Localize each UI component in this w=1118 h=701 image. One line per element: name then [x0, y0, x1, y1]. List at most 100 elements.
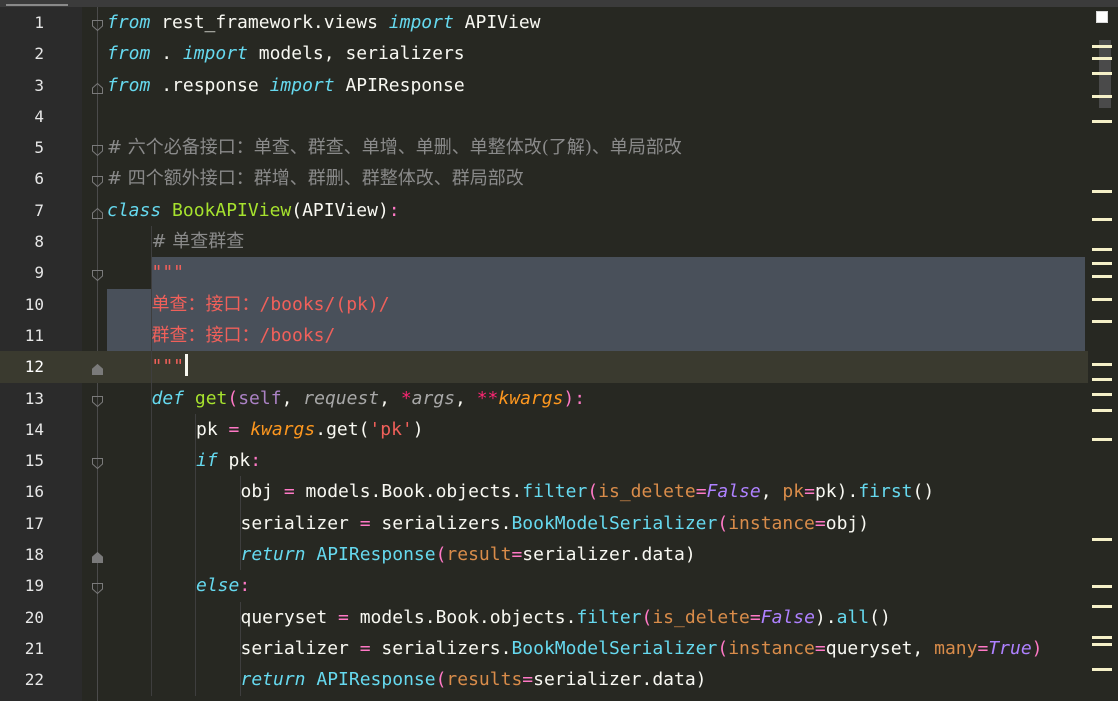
- code-line[interactable]: 11 群查：接口：/books/: [0, 319, 1118, 352]
- code-line[interactable]: 16 obj = models.Book.objects.filter(is_de…: [0, 476, 1118, 508]
- code-line[interactable]: 21 serializer = serializers.BookModelSeri…: [0, 632, 1118, 665]
- code-token: (: [435, 669, 447, 691]
- code-token: 单查：接口：/books/(pk)/: [151, 293, 390, 315]
- line-code[interactable]: class BookAPIView(APIView):: [107, 195, 400, 226]
- code-line[interactable]: 1 from rest_framework.views import APIVie…: [0, 7, 1118, 38]
- code-token: APIResponse: [334, 74, 465, 96]
- line-code[interactable]: # 单查群查: [152, 226, 245, 257]
- line-code[interactable]: else:: [196, 570, 250, 601]
- code-token: is_delete: [652, 606, 750, 628]
- line-code[interactable]: """: [152, 351, 189, 382]
- code-line[interactable]: 14 pk = kwargs.get('pk'): [0, 413, 1118, 446]
- scrollbar-marker: [1092, 585, 1112, 588]
- code-editor[interactable]: 1 from rest_framework.views import APIVie…: [0, 0, 1118, 701]
- line-code[interactable]: pk = kwargs.get('pk'): [196, 414, 424, 445]
- scrollbar-marker: [1092, 248, 1112, 251]
- line-code[interactable]: serializer = serializers.BookModelSerial…: [241, 508, 870, 539]
- code-token: # 单查群查: [151, 231, 245, 253]
- code-line[interactable]: 13 def get(self, request, *args, **kwargs…: [0, 382, 1118, 414]
- line-code[interactable]: 群查：接口：/books/: [152, 320, 336, 351]
- line-code[interactable]: return APIResponse(results=serializer.da…: [241, 664, 707, 695]
- line-number: 12: [24, 357, 44, 377]
- line-code[interactable]: queryset = models.Book.objects.filter(is…: [241, 602, 891, 633]
- indent-guide: [195, 664, 196, 696]
- code-token: (): [912, 481, 935, 503]
- fold-open-icon[interactable]: [91, 455, 104, 470]
- fold-open-icon[interactable]: [91, 142, 104, 157]
- indent-guide: [195, 539, 196, 571]
- scrollbar-marker: [1092, 538, 1112, 541]
- fold-open-icon[interactable]: [91, 393, 104, 407]
- code-token: serializer: [240, 637, 349, 659]
- code-line[interactable]: 17 serializer = serializers.BookModelSeri…: [0, 507, 1118, 540]
- code-line[interactable]: 15 if pk:: [0, 445, 1118, 477]
- line-code[interactable]: from .response import APIResponse: [107, 70, 465, 101]
- code-line[interactable]: 3 from .response import APIResponse: [0, 70, 1118, 101]
- code-line[interactable]: 2 from . import models, serializers: [0, 38, 1118, 69]
- code-token: ,: [379, 387, 401, 409]
- code-line[interactable]: 4: [0, 101, 1118, 132]
- line-number: 17: [24, 513, 44, 533]
- indent-guide: [195, 601, 196, 633]
- scrollbar-marker: [1092, 95, 1112, 98]
- code-token: """: [151, 356, 185, 378]
- code-token: =: [977, 637, 989, 659]
- vertical-scrollbar[interactable]: [1088, 7, 1118, 701]
- code-token: results: [446, 669, 523, 691]
- line-code[interactable]: serializer = serializers.BookModelSerial…: [241, 633, 1043, 664]
- fold-open-icon[interactable]: [91, 173, 104, 188]
- code-line[interactable]: 9 """: [0, 257, 1118, 289]
- code-token: False: [706, 481, 761, 503]
- fold-close-icon[interactable]: [91, 361, 104, 376]
- scrollbar-marker: [1092, 409, 1112, 412]
- line-code[interactable]: # 六个必备接口：单查、群查、单增、单删、单整体改(了解)、单局部改: [107, 132, 682, 163]
- code-token: .get(: [315, 418, 370, 440]
- code-token: pk).: [814, 481, 859, 503]
- line-code[interactable]: 单查：接口：/books/(pk)/: [152, 289, 390, 320]
- code-token: instance: [728, 512, 815, 534]
- scrollbar-marker: [1092, 57, 1112, 60]
- fold-open-icon[interactable]: [91, 267, 104, 282]
- scrollbar-marker: [1092, 298, 1112, 301]
- code-line[interactable]: 10 单查：接口：/books/(pk)/: [0, 288, 1118, 320]
- line-number: 16: [24, 482, 44, 502]
- fold-close-icon[interactable]: [91, 80, 104, 94]
- code-token: True: [988, 637, 1032, 659]
- scrollbar-marker: [1092, 668, 1112, 671]
- code-token: first: [858, 481, 913, 503]
- line-code[interactable]: from . import models, serializers: [107, 38, 465, 69]
- fold-close-icon[interactable]: [91, 549, 104, 564]
- code-area[interactable]: 1 from rest_framework.views import APIVie…: [0, 7, 1118, 696]
- code-token: pk: [782, 481, 805, 503]
- code-line[interactable]: 6 # 四个额外接口：群增、群删、群整体改、群局部改: [0, 163, 1118, 194]
- line-code[interactable]: if pk:: [196, 445, 261, 476]
- code-line[interactable]: 7 class BookAPIView(APIView):: [0, 195, 1118, 226]
- line-number: 14: [24, 419, 44, 439]
- fold-open-icon[interactable]: [91, 580, 104, 595]
- line-number: 8: [34, 232, 44, 252]
- code-line[interactable]: 5 # 六个必备接口：单查、群查、单增、单删、单整体改(了解)、单局部改: [0, 132, 1118, 163]
- code-line[interactable]: 22 return APIResponse(results=serializer.…: [0, 664, 1118, 696]
- fold-close-icon[interactable]: [91, 205, 104, 219]
- code-line[interactable]: 18 return APIResponse(result=serializer.d…: [0, 539, 1118, 571]
- fold-open-icon[interactable]: [91, 17, 104, 32]
- line-code[interactable]: """: [152, 257, 185, 288]
- line-number: 7: [34, 200, 44, 220]
- line-code[interactable]: obj = models.Book.objects.filter(is_dele…: [241, 476, 935, 507]
- code-line[interactable]: 19 else:: [0, 570, 1118, 602]
- code-token: =: [217, 418, 251, 440]
- line-code[interactable]: from rest_framework.views import APIView: [107, 7, 541, 38]
- code-line[interactable]: 12 """: [0, 351, 1118, 383]
- line-code[interactable]: def get(self, request, *args, **kwargs):: [152, 383, 586, 414]
- code-line[interactable]: 20 queryset = models.Book.objects.filter(…: [0, 601, 1118, 633]
- line-number: 13: [24, 388, 44, 408]
- line-number: 4: [34, 106, 44, 126]
- line-code[interactable]: return APIResponse(result=serializer.dat…: [241, 539, 696, 570]
- code-line[interactable]: 8 # 单查群查: [0, 226, 1118, 258]
- scrollbar-marker: [1092, 45, 1112, 48]
- indent-guide: [150, 507, 152, 540]
- line-code[interactable]: # 四个额外接口：群增、群删、群整体改、群局部改: [107, 163, 524, 194]
- code-token: ,: [760, 481, 783, 503]
- code-token: import: [182, 43, 248, 65]
- code-token: False: [760, 606, 815, 628]
